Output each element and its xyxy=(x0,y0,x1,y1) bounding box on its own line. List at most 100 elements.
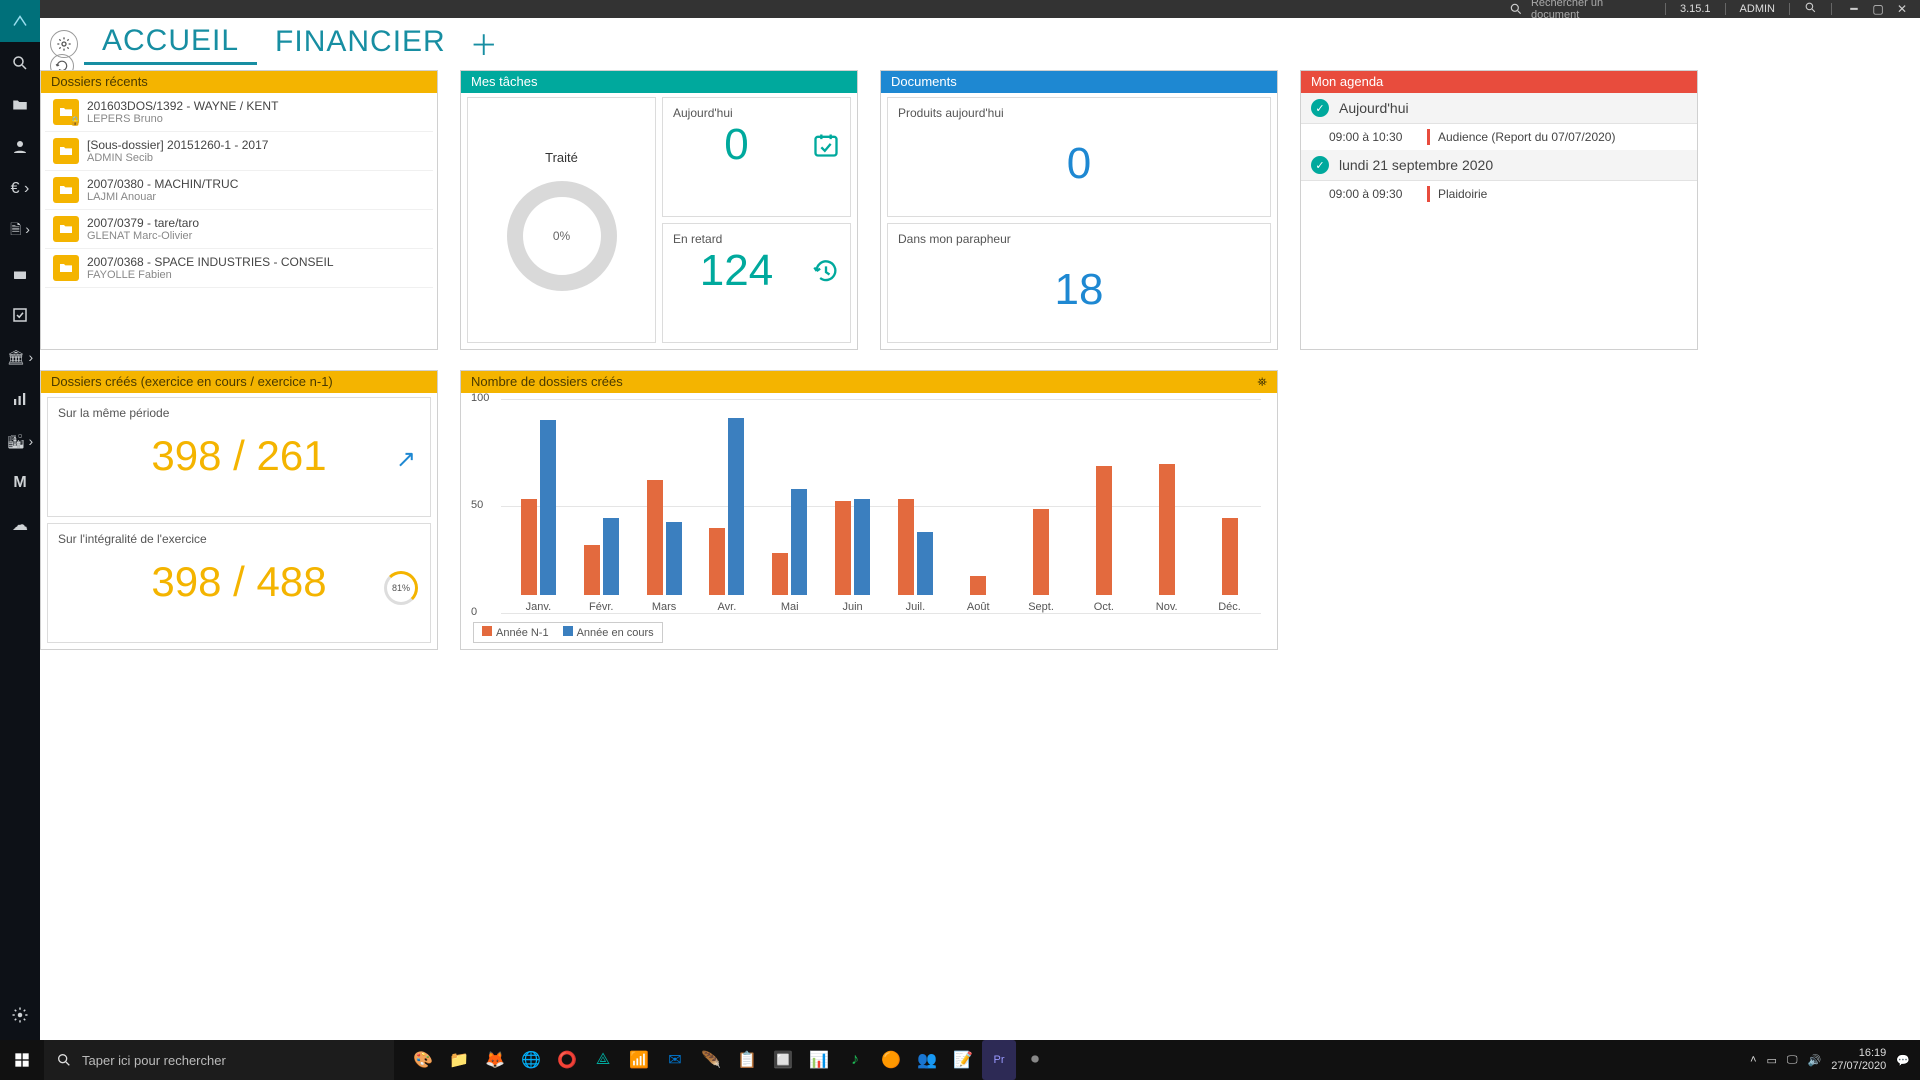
rail-chart-icon[interactable] xyxy=(0,378,40,420)
chart-month-group: Juin xyxy=(821,403,884,595)
top-user: ADMIN xyxy=(1736,3,1779,15)
tasks-late-value: 124 xyxy=(673,246,800,296)
window-close-button[interactable]: ✕ xyxy=(1893,0,1911,18)
taskbar-app-icon[interactable]: 🟠 xyxy=(874,1040,908,1080)
rail-cloud-icon[interactable]: ☁ xyxy=(0,504,40,546)
tasks-today-label: Aujourd'hui xyxy=(673,106,840,120)
bar-series-0 xyxy=(1033,509,1049,595)
taskbar-app-icon[interactable]: 🪶 xyxy=(694,1040,728,1080)
window-minimize-button[interactable]: ━ xyxy=(1845,0,1863,18)
tray-battery-icon[interactable]: ▭ xyxy=(1767,1054,1777,1067)
tray-notifications-icon[interactable]: 💬 xyxy=(1896,1054,1910,1067)
folder-icon xyxy=(53,177,79,203)
top-user-search-icon[interactable] xyxy=(1800,1,1821,17)
counts-full-value: 398 / 488 xyxy=(58,558,420,606)
tray-volume-icon[interactable]: 🔊 xyxy=(1808,1054,1822,1067)
dossier-title: [Sous-dossier] 20151260-1 - 2017 xyxy=(87,138,425,152)
rail-settings-icon[interactable] xyxy=(0,994,40,1036)
rail-document-icon[interactable]: 🗎 › xyxy=(0,210,40,252)
tasks-processed-pct: 0% xyxy=(507,181,617,291)
taskbar-app-icon[interactable]: Pr xyxy=(982,1040,1016,1080)
taskbar-app-icon[interactable]: 🎨 xyxy=(406,1040,440,1080)
tray-monitor-icon[interactable]: 🖵 xyxy=(1787,1054,1798,1067)
recent-dossier-item[interactable]: 2007/0368 - SPACE INDUSTRIES - CONSEILFA… xyxy=(45,249,433,288)
recent-dossier-item[interactable]: [Sous-dossier] 20151260-1 - 2017ADMIN Se… xyxy=(45,132,433,171)
dossier-owner: LAJMI Anouar xyxy=(87,191,425,203)
chart-month-group: Avr. xyxy=(695,403,758,595)
legend-series-1: Année en cours xyxy=(577,627,654,639)
card-title: Nombre de dossiers créés xyxy=(471,371,623,393)
taskbar-app-icon[interactable]: 📁 xyxy=(442,1040,476,1080)
taskbar-app-icon[interactable]: 📶 xyxy=(622,1040,656,1080)
taskbar-app-icon[interactable]: 📝 xyxy=(946,1040,980,1080)
folder-icon xyxy=(53,138,79,164)
docs-parapheur-value: 18 xyxy=(898,246,1260,334)
y-tick-label: 0 xyxy=(471,606,477,618)
app-logo-icon[interactable] xyxy=(0,0,40,42)
bar-series-1 xyxy=(791,489,807,595)
docs-parapheur-box[interactable]: Dans mon parapheur 18 xyxy=(887,223,1271,343)
recent-dossier-item[interactable]: 2007/0380 - MACHIN/TRUCLAJMI Anouar xyxy=(45,171,433,210)
chart-month-group: Juil. xyxy=(884,403,947,595)
recent-dossier-item[interactable]: 201603DOS/1392 - WAYNE / KENTLEPERS Brun… xyxy=(45,93,433,132)
counts-full-box[interactable]: Sur l'intégralité de l'exercice 398 / 48… xyxy=(47,523,431,643)
tray-chevron-up-icon[interactable]: ˄ xyxy=(1750,1054,1756,1066)
taskbar-app-icon[interactable]: 📋 xyxy=(730,1040,764,1080)
docs-today-box[interactable]: Produits aujourd'hui 0 xyxy=(887,97,1271,217)
tasks-late-box[interactable]: En retard 124 xyxy=(662,223,851,343)
card-title: Documents xyxy=(881,71,1277,93)
taskbar-app-icon[interactable]: 👥 xyxy=(910,1040,944,1080)
tasks-late-label: En retard xyxy=(673,232,840,246)
x-tick-label: Nov. xyxy=(1156,601,1178,613)
agenda-event-row[interactable]: 09:00 à 10:30Audience (Report du 07/07/2… xyxy=(1301,124,1697,150)
tray-date: 27/07/2020 xyxy=(1831,1060,1886,1073)
card-tasks: Mes tâches Aujourd'hui 0 Traité 0% En re… xyxy=(460,70,858,350)
tab-financier[interactable]: FINANCIER xyxy=(257,25,464,63)
taskbar-app-icon[interactable]: ⏺ xyxy=(1018,1040,1052,1080)
agenda-event-row[interactable]: 09:00 à 09:30Plaidoirie xyxy=(1301,181,1697,207)
recent-list[interactable]: 201603DOS/1392 - WAYNE / KENTLEPERS Brun… xyxy=(45,93,433,345)
rail-checkbox-icon[interactable] xyxy=(0,294,40,336)
tray-time: 16:19 xyxy=(1831,1047,1886,1060)
rail-calendar-icon[interactable] xyxy=(0,252,40,294)
taskbar-app-icon[interactable]: ⭕ xyxy=(550,1040,584,1080)
taskbar-app-icon[interactable]: ✉ xyxy=(658,1040,692,1080)
counts-full-label: Sur l'intégralité de l'exercice xyxy=(58,532,420,546)
tasks-processed-box[interactable]: Traité 0% xyxy=(467,97,656,343)
taskbar-app-icon[interactable]: 📊 xyxy=(802,1040,836,1080)
chart-month-group: Mai xyxy=(758,403,821,595)
counts-period-box[interactable]: Sur la même période 398 / 261 ↗ xyxy=(47,397,431,517)
bar-series-0 xyxy=(1096,466,1112,595)
taskbar-app-icon[interactable]: ⟁ xyxy=(586,1040,620,1080)
rail-folder-icon[interactable] xyxy=(0,84,40,126)
windows-taskbar[interactable]: Taper ici pour rechercher 🎨 📁 🦊 🌐 ⭕ ⟁ 📶 … xyxy=(0,1040,1920,1080)
rail-m-icon[interactable]: M xyxy=(0,462,40,504)
taskbar-app-icon[interactable]: 🦊 xyxy=(478,1040,512,1080)
card-documents: Documents Produits aujourd'hui 0 Dans mo… xyxy=(880,70,1278,350)
taskbar-app-icon[interactable]: 🔲 xyxy=(766,1040,800,1080)
start-button[interactable] xyxy=(0,1040,44,1080)
docs-today-value: 0 xyxy=(898,120,1260,208)
rail-building-icon[interactable]: 🏛 › xyxy=(0,336,40,378)
taskbar-search-input[interactable]: Taper ici pour rechercher xyxy=(44,1040,394,1080)
top-version: 3.15.1 xyxy=(1676,3,1715,15)
chart-month-group: Oct. xyxy=(1072,403,1135,595)
rail-city-icon[interactable]: 🏙 › xyxy=(0,420,40,462)
x-tick-label: Oct. xyxy=(1094,601,1114,613)
tab-add-button[interactable]: ＋ xyxy=(464,24,498,64)
tray-clock[interactable]: 16:19 27/07/2020 xyxy=(1831,1047,1886,1073)
tasks-today-box[interactable]: Aujourd'hui 0 xyxy=(662,97,851,217)
recent-dossier-item[interactable]: 2007/0379 - tare/taroGLENAT Marc-Olivier xyxy=(45,210,433,249)
window-maximize-button[interactable]: ▢ xyxy=(1869,0,1887,18)
chart-settings-icon[interactable]: ⛯ xyxy=(1257,371,1267,393)
rail-person-icon[interactable] xyxy=(0,126,40,168)
folder-icon xyxy=(53,216,79,242)
taskbar-app-icon[interactable]: 🌐 xyxy=(514,1040,548,1080)
bar-series-1 xyxy=(603,518,619,595)
rail-search-icon[interactable] xyxy=(0,42,40,84)
top-search-icon[interactable] xyxy=(1507,0,1525,18)
rail-euro-icon[interactable]: € › xyxy=(0,168,40,210)
tab-accueil[interactable]: ACCUEIL xyxy=(84,24,257,65)
taskbar-app-icon[interactable]: ♪ xyxy=(838,1040,872,1080)
agenda-day-header: ✓Aujourd'hui xyxy=(1301,93,1697,124)
